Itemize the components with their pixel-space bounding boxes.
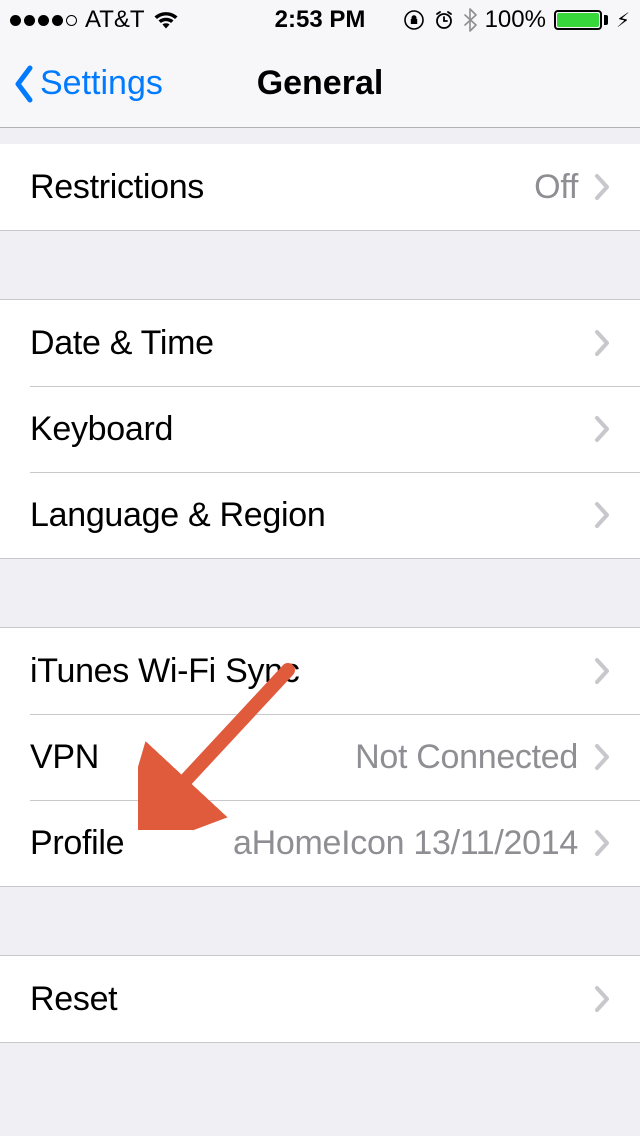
row-keyboard[interactable]: Keyboard (0, 386, 640, 472)
back-button[interactable]: Settings (0, 64, 163, 104)
chevron-right-icon (594, 985, 610, 1013)
bluetooth-icon (463, 8, 477, 32)
status-right: 100% ⚡︎ (403, 6, 630, 34)
row-date-time[interactable]: Date & Time (0, 300, 640, 386)
row-restrictions[interactable]: Restrictions Off (0, 144, 640, 230)
row-value: Off (204, 168, 594, 207)
chevron-left-icon (12, 64, 36, 104)
chevron-right-icon (594, 743, 610, 771)
carrier-label: AT&T (85, 6, 145, 34)
row-reset[interactable]: Reset (0, 956, 640, 1042)
row-language-region[interactable]: Language & Region (0, 472, 640, 558)
chevron-right-icon (594, 415, 610, 443)
row-value: aHomeIcon 13/11/2014 (124, 824, 594, 863)
row-label: Restrictions (30, 168, 204, 207)
chevron-right-icon (594, 657, 610, 685)
status-left: AT&T (10, 6, 179, 34)
settings-list: Restrictions Off Date & Time Keyboard La… (0, 128, 640, 1099)
back-label: Settings (40, 64, 163, 103)
charging-icon: ⚡︎ (616, 8, 630, 33)
row-label: Profile (30, 824, 124, 863)
status-bar: AT&T 2:53 PM 100% ⚡︎ (0, 0, 640, 40)
row-profile[interactable]: Profile aHomeIcon 13/11/2014 (0, 800, 640, 886)
battery-icon (554, 10, 608, 30)
chevron-right-icon (594, 829, 610, 857)
group-reset: Reset (0, 955, 640, 1043)
row-value: Not Connected (99, 738, 594, 777)
alarm-icon (433, 9, 455, 31)
row-label: VPN (30, 738, 99, 777)
signal-strength-icon (10, 15, 77, 26)
row-label: Language & Region (30, 496, 326, 535)
row-label: Reset (30, 980, 117, 1019)
group-restrictions: Restrictions Off (0, 144, 640, 231)
orientation-lock-icon (403, 9, 425, 31)
wifi-icon (153, 10, 179, 30)
row-vpn[interactable]: VPN Not Connected (0, 714, 640, 800)
battery-percent: 100% (485, 6, 546, 34)
chevron-right-icon (594, 329, 610, 357)
chevron-right-icon (594, 173, 610, 201)
group-network: iTunes Wi-Fi Sync VPN Not Connected Prof… (0, 627, 640, 887)
nav-bar: Settings General (0, 40, 640, 128)
row-label: Keyboard (30, 410, 173, 449)
row-itunes-wifi-sync[interactable]: iTunes Wi-Fi Sync (0, 628, 640, 714)
chevron-right-icon (594, 501, 610, 529)
row-label: iTunes Wi-Fi Sync (30, 652, 299, 691)
row-label: Date & Time (30, 324, 214, 363)
group-locale: Date & Time Keyboard Language & Region (0, 299, 640, 559)
